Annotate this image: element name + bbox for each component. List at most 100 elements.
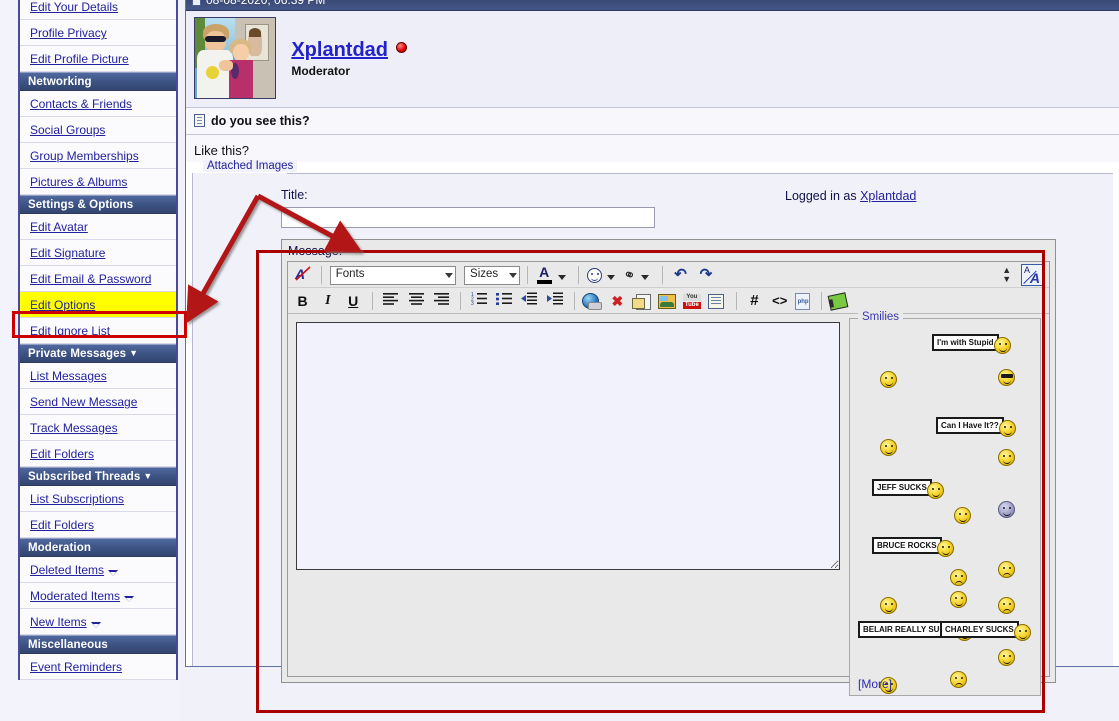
insert-quote-icon[interactable] [708, 293, 725, 309]
sidebar-item-edit-options[interactable]: Edit Options [20, 292, 176, 318]
unordered-list-icon[interactable] [494, 291, 515, 311]
smiley-cool[interactable] [998, 369, 1015, 389]
smiley-angry[interactable] [950, 569, 967, 589]
sidebar-header-moderation[interactable]: Moderation [20, 538, 176, 557]
sidebar-header-subscribed-threads[interactable]: Subscribed Threads ▼ [20, 467, 176, 486]
indent-icon[interactable] [545, 291, 566, 311]
smiley-can-i-have-it[interactable]: Can I Have It?? [936, 417, 1016, 437]
sidebar-item-label[interactable]: Pictures & Albums [30, 175, 127, 189]
sidebar-item-edit-folders-subs[interactable]: Edit Folders [20, 512, 176, 538]
sidebar-item-social-groups[interactable]: Social Groups [20, 117, 176, 143]
sidebar-item-label[interactable]: Track Messages [30, 421, 118, 435]
smiley-charley-sucks[interactable]: CHARLEY SUCKS [940, 621, 1031, 641]
wysiwyg-toggle-button[interactable]: AA [1011, 258, 1043, 286]
sidebar-item-track-messages[interactable]: Track Messages [20, 415, 176, 441]
smiley-zzz[interactable] [998, 501, 1015, 521]
sidebar-item-label[interactable]: Edit Your Details [30, 0, 118, 14]
sidebar-header-miscellaneous[interactable]: Miscellaneous [20, 635, 176, 654]
chevron-down-icon[interactable]: ▼ [143, 471, 152, 482]
chevron-down-icon[interactable] [124, 596, 135, 602]
bold-button[interactable]: B [292, 291, 313, 311]
logged-in-user-link[interactable]: Xplantdad [860, 189, 916, 203]
underline-button[interactable]: U [343, 291, 364, 311]
sidebar-item-edit-email-password[interactable]: Edit Email & Password [20, 266, 176, 292]
sidebar-item-group-memberships[interactable]: Group Memberships [20, 143, 176, 169]
sidebar-item-label[interactable]: Edit Folders [30, 518, 94, 532]
smiley-arrow-head[interactable] [998, 561, 1015, 581]
sizes-select[interactable]: Sizes [464, 265, 521, 285]
sidebar-item-label[interactable]: Social Groups [30, 123, 105, 137]
sidebar-item-edit-folders-pm[interactable]: Edit Folders [20, 441, 176, 467]
sidebar-item-list-subscriptions[interactable]: List Subscriptions [20, 486, 176, 512]
smiley-bow[interactable] [880, 439, 897, 459]
sidebar-item-label[interactable]: Edit Avatar [30, 220, 88, 234]
smiley-confused[interactable] [998, 597, 1015, 617]
sidebar-item-label[interactable]: Edit Folders [30, 447, 94, 461]
sidebar-item-list-messages[interactable]: List Messages [20, 363, 176, 389]
smiley-shocked[interactable] [954, 507, 971, 527]
sidebar-item-edit-your-details[interactable]: Edit Your Details [20, 0, 176, 20]
smiley-surprised[interactable] [880, 597, 897, 617]
chevron-down-icon[interactable] [558, 274, 567, 280]
avatar[interactable] [194, 17, 276, 99]
align-left-icon[interactable] [380, 291, 401, 311]
poster-name-link[interactable]: Xplantdad [291, 39, 388, 62]
sidebar-item-edit-profile-picture[interactable]: Edit Profile Picture [20, 46, 176, 72]
undo-icon[interactable]: ↶ [670, 265, 691, 285]
sidebar-item-label[interactable]: Edit Options [30, 298, 95, 312]
chevron-down-icon[interactable]: ▼ [129, 348, 138, 359]
chevron-down-icon[interactable] [108, 570, 119, 576]
insert-html-icon[interactable]: <> [769, 291, 790, 311]
ordered-list-icon[interactable]: 123 [469, 291, 490, 311]
smilies-icon[interactable] [586, 267, 602, 283]
remove-link-icon[interactable]: ✖ [607, 291, 628, 311]
sidebar-header-settings-options[interactable]: Settings & Options [20, 195, 176, 214]
smiley-question[interactable] [950, 671, 967, 691]
insert-email-icon[interactable] [632, 293, 652, 310]
redo-icon[interactable]: ↷ [695, 265, 716, 285]
sidebar-item-label[interactable]: Edit Profile Picture [30, 52, 129, 66]
highlight-icon[interactable] [827, 291, 849, 311]
sidebar-item-new-items[interactable]: New Items [20, 609, 176, 635]
smilies-more-link[interactable]: [More] [858, 677, 892, 691]
insert-code-icon[interactable]: # [744, 291, 765, 311]
align-center-icon[interactable] [406, 291, 427, 311]
outdent-icon[interactable] [519, 291, 540, 311]
sidebar-header-private-messages[interactable]: Private Messages ▼ [20, 344, 176, 363]
sidebar-item-label[interactable]: Moderated Items [30, 589, 120, 603]
sidebar-item-moderated-items[interactable]: Moderated Items [20, 583, 176, 609]
sidebar-item-contacts-friends[interactable]: Contacts & Friends [20, 91, 176, 117]
sidebar-item-label[interactable]: Edit Signature [30, 246, 105, 260]
sidebar-item-label[interactable]: Contacts & Friends [30, 97, 132, 111]
sidebar-item-label[interactable]: Deleted Items [30, 563, 104, 577]
sidebar-item-label[interactable]: List Subscriptions [30, 492, 124, 506]
sidebar-item-label[interactable]: List Messages [30, 369, 107, 383]
fonts-select[interactable]: Fonts [329, 265, 456, 285]
sidebar-item-send-new-message[interactable]: Send New Message [20, 389, 176, 415]
sidebar-item-label[interactable]: Event Reminders [30, 660, 122, 674]
smiley-im-with-stupid[interactable]: I'm with Stupid [932, 334, 1011, 354]
sidebar-item-pictures-albums[interactable]: Pictures & Albums [20, 169, 176, 195]
italic-button[interactable]: I [317, 291, 338, 311]
sidebar-item-profile-privacy[interactable]: Profile Privacy [20, 20, 176, 46]
sidebar-item-label[interactable]: Edit Email & Password [30, 272, 151, 286]
align-right-icon[interactable] [431, 291, 452, 311]
smiley-grin[interactable] [998, 649, 1015, 669]
font-color-icon[interactable]: A [536, 265, 553, 285]
insert-video-icon[interactable] [682, 293, 701, 309]
insert-php-icon[interactable] [794, 292, 811, 310]
chevron-down-icon[interactable] [90, 622, 101, 628]
sidebar-item-edit-avatar[interactable]: Edit Avatar [20, 214, 176, 240]
smiley-jeff-sucks[interactable]: JEFF SUCKS [872, 479, 944, 499]
insert-image-icon[interactable] [657, 293, 676, 309]
title-input[interactable] [281, 207, 655, 228]
sidebar-item-edit-ignore-list[interactable]: Edit Ignore List [20, 318, 176, 344]
chevron-down-icon[interactable] [641, 274, 650, 280]
paperclip-icon[interactable]: ⚭ [621, 264, 639, 285]
resize-handle-icon[interactable]: ▲ ▼ [1000, 266, 1014, 284]
sidebar-item-label[interactable]: New Items [30, 615, 87, 629]
chevron-down-icon[interactable] [607, 274, 616, 280]
smiley-drink[interactable] [950, 591, 967, 611]
sidebar-item-deleted-items[interactable]: Deleted Items [20, 557, 176, 583]
smiley-wink[interactable] [880, 371, 897, 391]
